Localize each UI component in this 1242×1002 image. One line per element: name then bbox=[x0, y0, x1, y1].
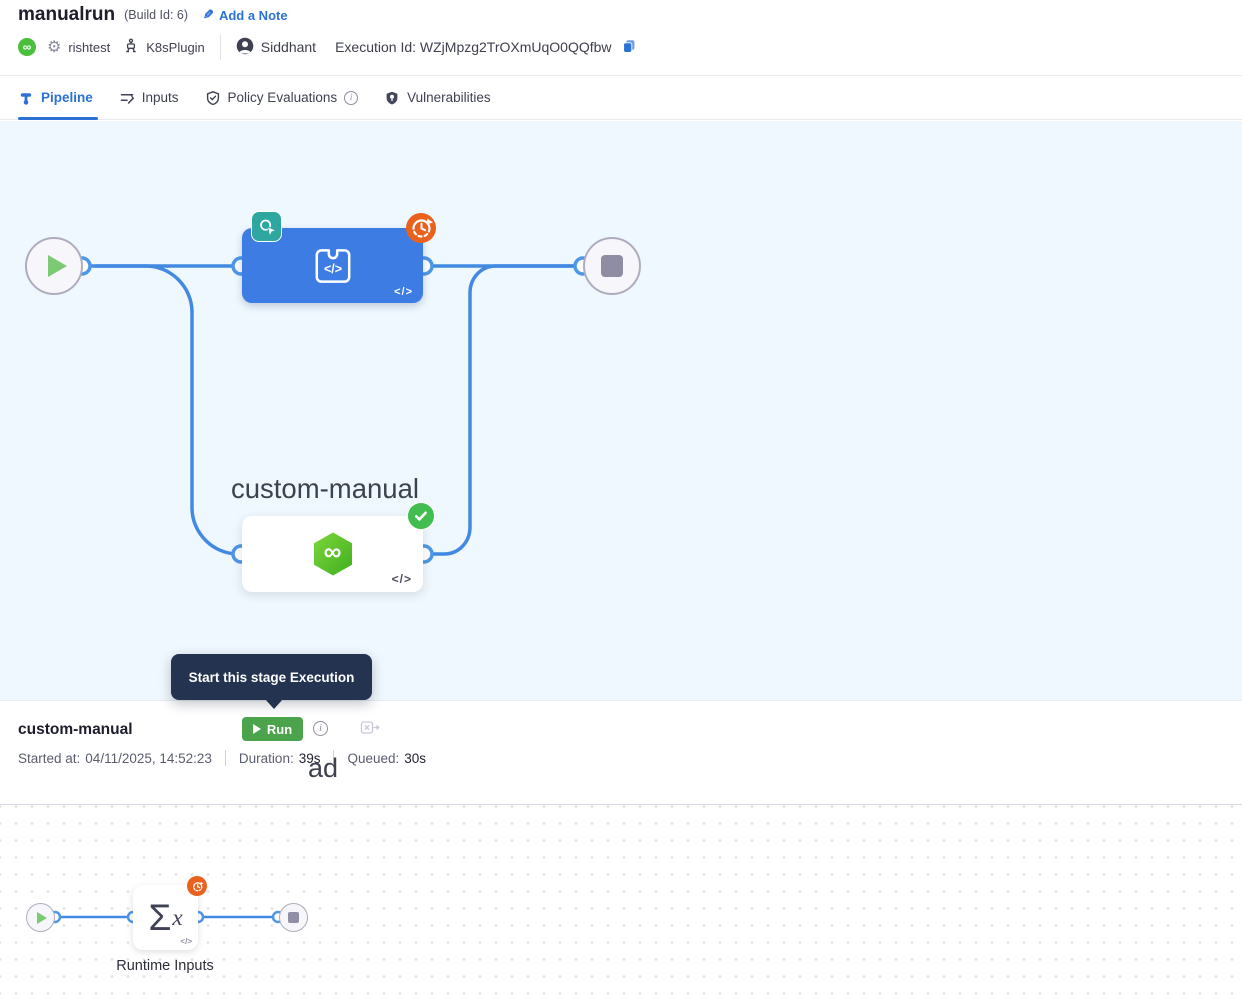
hidden-stage-label-fragment: ad bbox=[308, 755, 338, 782]
user-name: Siddhant bbox=[261, 39, 316, 55]
copy-icon[interactable] bbox=[621, 38, 637, 57]
build-id: (Build Id: 6) bbox=[124, 8, 188, 22]
tab-label: Vulnerabilities bbox=[407, 90, 491, 105]
duration-label: Duration: bbox=[239, 751, 294, 766]
execution-id: Execution Id: WZjMpzg2TrOXmUqO0QQfbw bbox=[335, 39, 611, 55]
tab-vulnerabilities[interactable]: Vulnerabilities bbox=[371, 76, 504, 119]
pipeline-edges bbox=[0, 121, 700, 700]
divider bbox=[220, 34, 221, 60]
stop-icon bbox=[601, 255, 623, 277]
execution-meta-row: Started at: 04/11/2025, 14:52:23 Duratio… bbox=[18, 750, 426, 766]
run-label: Run bbox=[267, 722, 292, 737]
pipeline-name: rishtest bbox=[68, 40, 110, 55]
tab-policy-evaluations[interactable]: Policy Evaluations i bbox=[192, 76, 372, 119]
stage-node-custom-manual[interactable]: </> </> bbox=[242, 228, 423, 303]
success-check-badge-icon bbox=[407, 502, 435, 530]
info-icon: i bbox=[344, 91, 358, 105]
stop-icon bbox=[288, 912, 299, 923]
tab-inputs[interactable]: Inputs bbox=[106, 76, 192, 119]
play-icon bbox=[37, 912, 47, 924]
code-icon: </> bbox=[392, 572, 412, 586]
stage-run-tooltip: Start this stage Execution bbox=[171, 654, 372, 700]
tooltip-caret bbox=[265, 699, 283, 709]
plugin-icon bbox=[123, 38, 139, 57]
pipeline-icon bbox=[18, 90, 34, 106]
vulnerabilities-shield-icon bbox=[384, 90, 400, 106]
inputs-icon bbox=[119, 90, 135, 106]
stage-label: custom-manual bbox=[200, 473, 450, 505]
add-note-link[interactable]: ✎ Add a Note bbox=[203, 7, 288, 23]
run-play-icon bbox=[253, 724, 261, 734]
custom-stage-icon: </> bbox=[310, 243, 356, 289]
tab-label: Inputs bbox=[142, 90, 179, 105]
matrix-exit-icon bbox=[360, 720, 380, 736]
pipeline-start-node bbox=[25, 237, 83, 295]
plugin-name: K8sPlugin bbox=[146, 40, 205, 55]
add-note-label: Add a Note bbox=[219, 8, 288, 23]
infinity-icon: ∞ bbox=[324, 540, 342, 568]
code-icon: </> bbox=[180, 937, 192, 946]
code-icon: </> bbox=[394, 286, 413, 298]
view-matrix-button[interactable] bbox=[360, 720, 380, 739]
sigma-x: x bbox=[172, 905, 182, 931]
divider bbox=[225, 750, 226, 766]
history-status-badge-icon bbox=[187, 876, 207, 896]
header-title-row: manualrun (Build Id: 6) ✎ Add a Note bbox=[18, 4, 288, 26]
page-title: manualrun bbox=[18, 4, 115, 26]
mini-node-label: Runtime Inputs bbox=[90, 958, 240, 974]
header: manualrun (Build Id: 6) ✎ Add a Note ∞ ⚙… bbox=[0, 0, 1242, 76]
pipeline-canvas: </> </> custom-manual ad bbox=[0, 121, 1242, 700]
harness-hexagon-icon: ∞ bbox=[309, 530, 357, 578]
manual-trigger-badge-icon bbox=[251, 211, 282, 242]
policy-shield-icon bbox=[205, 90, 221, 106]
details-info-button[interactable]: i bbox=[313, 721, 328, 736]
mini-start-node bbox=[26, 903, 55, 932]
run-button[interactable]: Run bbox=[242, 717, 303, 741]
tooltip-text: Start this stage Execution bbox=[189, 670, 355, 685]
sigma-icon: Σ bbox=[148, 899, 171, 936]
stage-node-harness[interactable]: ∞ </> bbox=[242, 516, 423, 592]
tab-label: Pipeline bbox=[41, 90, 93, 105]
execution-footer: custom-manual Started at: 04/11/2025, 14… bbox=[0, 700, 1242, 804]
tab-pipeline[interactable]: Pipeline bbox=[18, 76, 106, 119]
svg-text:</>: </> bbox=[323, 261, 341, 275]
ci-module-icon: ∞ bbox=[18, 38, 36, 56]
queued-label: Queued: bbox=[347, 751, 399, 766]
runtime-inputs-node[interactable]: Σ x </> bbox=[133, 885, 198, 950]
play-icon bbox=[48, 255, 67, 277]
mini-end-node bbox=[279, 903, 308, 932]
history-status-badge-icon bbox=[406, 213, 436, 243]
started-at-value: 04/11/2025, 14:52:23 bbox=[85, 751, 212, 766]
started-at-label: Started at: bbox=[18, 751, 80, 766]
tab-label: Policy Evaluations bbox=[228, 90, 338, 105]
pencil-icon: ✎ bbox=[203, 7, 214, 23]
mini-pipeline-section: Σ x </> Runtime Inputs bbox=[0, 804, 1242, 1001]
selected-stage-name: custom-manual bbox=[18, 721, 133, 739]
header-meta-row: ∞ ⚙ rishtest K8sPlugin Siddhant E bbox=[18, 33, 637, 61]
user-icon bbox=[236, 37, 254, 58]
tab-bar: Pipeline Inputs Policy Evaluations i Vul… bbox=[0, 76, 1242, 120]
queued-value: 30s bbox=[404, 751, 426, 766]
pipeline-end-node bbox=[583, 237, 641, 295]
gear-icon: ⚙ bbox=[47, 37, 61, 57]
